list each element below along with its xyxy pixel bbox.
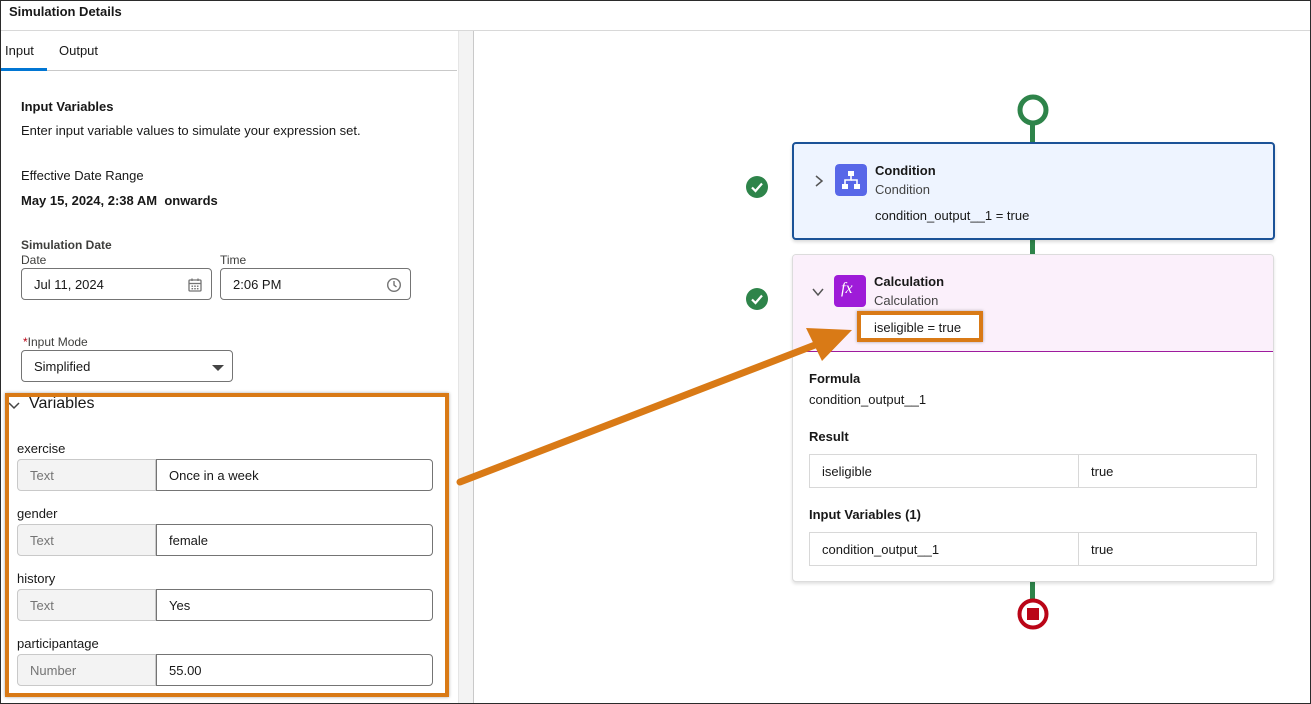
result-name: iseligible (822, 464, 872, 479)
variable-value-gender[interactable]: female (156, 524, 433, 556)
end-node-icon[interactable] (1016, 597, 1050, 631)
variable-type-text: Number (30, 663, 77, 678)
date-input[interactable]: Jul 11, 2024 (21, 268, 212, 300)
variable-type-gender: Text (17, 524, 156, 556)
variable-type-participantage: Number (17, 654, 156, 686)
active-tab-indicator (1, 68, 47, 71)
hierarchy-icon (835, 164, 867, 196)
input-variables-count-label: Input Variables (1) (809, 507, 921, 522)
input-var-value: true (1091, 542, 1114, 557)
calendar-icon[interactable] (187, 277, 203, 293)
condition-title: Condition (875, 163, 936, 178)
effective-date-label: Effective Date Range (21, 168, 144, 183)
input-mode-value: Simplified (34, 359, 91, 374)
input-mode-select[interactable]: Simplified (21, 350, 233, 382)
calculation-output-highlight: iseligible = true (857, 311, 983, 342)
variable-type-text: Text (30, 468, 54, 483)
check-circle-icon (746, 288, 768, 310)
title-bar: Simulation Details (1, 1, 1310, 31)
calculation-subtitle: Calculation (874, 293, 939, 308)
start-node-icon[interactable] (1016, 93, 1050, 127)
pane-splitter[interactable] (458, 31, 474, 703)
formula-icon-glyph: fx (841, 280, 853, 297)
variable-type-text: Text (30, 598, 54, 613)
date-label: Date (21, 253, 47, 267)
condition-output: condition_output__1 = true (875, 208, 1030, 223)
variable-type-exercise: Text (17, 459, 156, 491)
date-input-value: Jul 11, 2024 (34, 277, 104, 292)
condition-subtitle: Condition (875, 182, 930, 197)
variable-name-exercise: exercise (17, 441, 66, 456)
variable-name-participantage: participantage (17, 636, 99, 651)
calculation-output: iseligible = true (874, 320, 962, 335)
formula-label: Formula (809, 371, 861, 386)
chevron-right-icon[interactable] (812, 174, 826, 188)
variable-value-text: 55.00 (169, 663, 202, 678)
tab-bar: Input Output (1, 31, 457, 71)
calculation-title: Calculation (874, 274, 945, 289)
variable-value-text: female (169, 533, 209, 548)
simulation-date-label: Simulation Date (21, 238, 112, 252)
time-input-value: 2:06 PM (233, 277, 282, 292)
variable-value-participantage[interactable]: 55.00 (156, 654, 433, 686)
input-variables-heading: Input Variables (21, 99, 114, 114)
variable-name-history: history (17, 571, 56, 586)
time-input[interactable]: 2:06 PM (220, 268, 411, 300)
result-label: Result (809, 429, 849, 444)
variable-value-history[interactable]: Yes (156, 589, 433, 621)
variable-type-history: Text (17, 589, 156, 621)
tab-input[interactable]: Input (5, 43, 34, 58)
formula-icon: fx (834, 275, 866, 307)
clock-icon[interactable] (386, 277, 402, 293)
input-var-name-cell: condition_output__1 (809, 532, 1079, 566)
check-circle-icon (746, 176, 768, 198)
input-var-name: condition_output__1 (822, 542, 940, 557)
chevron-down-icon[interactable] (811, 285, 825, 299)
time-label: Time (220, 253, 247, 267)
calculation-card[interactable]: fx Calculation Calculation Formula condi… (792, 254, 1274, 582)
result-name-cell: iseligible (809, 454, 1079, 488)
condition-card[interactable]: Condition Condition condition_output__1 … (792, 142, 1275, 240)
variable-value-text: Yes (169, 598, 191, 613)
result-value: true (1091, 464, 1114, 479)
variable-type-text: Text (30, 533, 54, 548)
tab-output[interactable]: Output (59, 43, 98, 58)
input-var-value-cell: true (1078, 532, 1257, 566)
input-mode-label: *Input Mode (23, 335, 88, 349)
variable-value-exercise[interactable]: Once in a week (156, 459, 433, 491)
result-value-cell: true (1078, 454, 1257, 488)
chevron-down-icon (212, 365, 224, 371)
window-title: Simulation Details (9, 4, 122, 19)
variable-value-text: Once in a week (169, 468, 259, 483)
variable-name-gender: gender (17, 506, 58, 521)
input-mode-label-text: Input Mode (27, 335, 88, 349)
input-variables-description: Enter input variable values to simulate … (21, 123, 361, 138)
effective-date-value: May 15, 2024, 2:38 AM onwards (21, 193, 218, 208)
formula-value: condition_output__1 (809, 392, 927, 407)
